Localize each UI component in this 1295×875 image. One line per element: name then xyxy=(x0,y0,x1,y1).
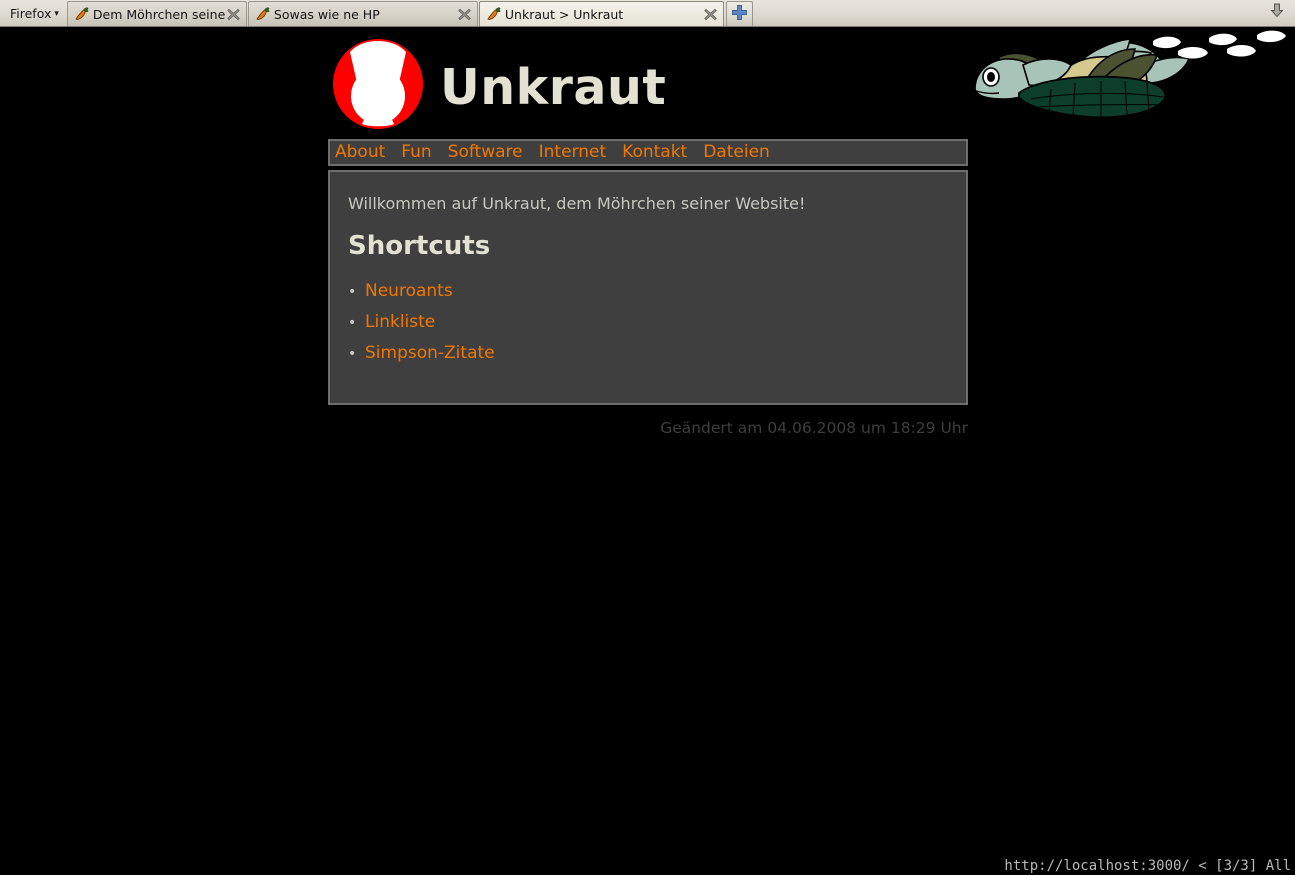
browser-tab-1[interactable]: Dem Möhrchen seine Website xyxy=(66,1,247,26)
sea-turtle-graphic xyxy=(965,27,1295,127)
tab-strip: Firefox ▾ Dem Möhrchen seine Website xyxy=(0,0,1295,27)
main-navigation: About Fun Software Internet Kontakt Date… xyxy=(328,139,968,166)
close-icon[interactable] xyxy=(225,6,242,23)
status-bar: http://localhost:3000/ < [3/3] All xyxy=(0,856,1295,875)
welcome-text: Willkommen auf Unkraut, dem Möhrchen sei… xyxy=(348,194,806,213)
shortcut-link-simpson-zitate[interactable]: Simpson-Zitate xyxy=(365,343,495,363)
browser-window: Firefox ▾ Dem Möhrchen seine Website xyxy=(0,0,1295,875)
carrot-icon xyxy=(485,6,501,22)
download-arrow-icon xyxy=(1268,2,1286,24)
list-item: • Linkliste xyxy=(348,312,948,332)
browser-tab-3-title: Unkraut > Unkraut xyxy=(504,6,624,22)
page-viewport: Unkraut About Fun Software Internet Kont… xyxy=(0,27,1295,856)
carrot-icon xyxy=(73,6,89,22)
page-title: Unkraut xyxy=(440,59,667,116)
nav-item-kontakt[interactable]: Kontakt xyxy=(622,144,687,161)
nav-item-dateien[interactable]: Dateien xyxy=(703,144,770,161)
shortcut-link-neuroants[interactable]: Neuroants xyxy=(365,281,453,301)
site-header: Unkraut xyxy=(328,27,968,140)
firefox-menu-label: Firefox xyxy=(10,5,52,21)
list-item: • Neuroants xyxy=(348,281,948,301)
carrot-icon xyxy=(254,6,270,22)
nav-item-software[interactable]: Software xyxy=(448,144,523,161)
browser-tab-2-title: Sowas wie ne HP xyxy=(273,6,380,22)
close-icon[interactable] xyxy=(456,6,473,23)
status-bar-text: http://localhost:3000/ < [3/3] All xyxy=(1004,857,1291,874)
downloads-button[interactable] xyxy=(1259,0,1295,26)
shortcuts-list: • Neuroants • Linkliste • Simpson-Zitate xyxy=(348,281,948,363)
last-modified-text: Geändert am 04.06.2008 um 18:29 Uhr xyxy=(660,419,968,437)
shortcuts-heading: Shortcuts xyxy=(348,230,491,261)
nav-item-internet[interactable]: Internet xyxy=(539,144,607,161)
bullet-icon: • xyxy=(348,314,357,331)
bullet-icon: • xyxy=(348,283,357,300)
bullet-icon: • xyxy=(348,345,357,362)
plus-icon xyxy=(731,4,748,25)
close-icon[interactable] xyxy=(702,6,719,23)
unkraut-logo-icon[interactable] xyxy=(332,38,424,130)
browser-tab-2[interactable]: Sowas wie ne HP xyxy=(247,1,478,26)
chevron-down-icon: ▾ xyxy=(54,8,59,19)
content-panel: Willkommen auf Unkraut, dem Möhrchen sei… xyxy=(328,170,968,405)
nav-item-about[interactable]: About xyxy=(335,144,385,161)
list-item: • Simpson-Zitate xyxy=(348,343,948,363)
browser-tab-1-title: Dem Möhrchen seine Website xyxy=(92,6,225,22)
shortcut-link-linkliste[interactable]: Linkliste xyxy=(365,312,435,332)
bubbles xyxy=(1153,30,1286,59)
browser-tab-3[interactable]: Unkraut > Unkraut xyxy=(478,1,724,26)
firefox-menu-button[interactable]: Firefox ▾ xyxy=(0,0,67,26)
nav-item-fun[interactable]: Fun xyxy=(401,144,431,161)
new-tab-button[interactable] xyxy=(725,1,753,26)
